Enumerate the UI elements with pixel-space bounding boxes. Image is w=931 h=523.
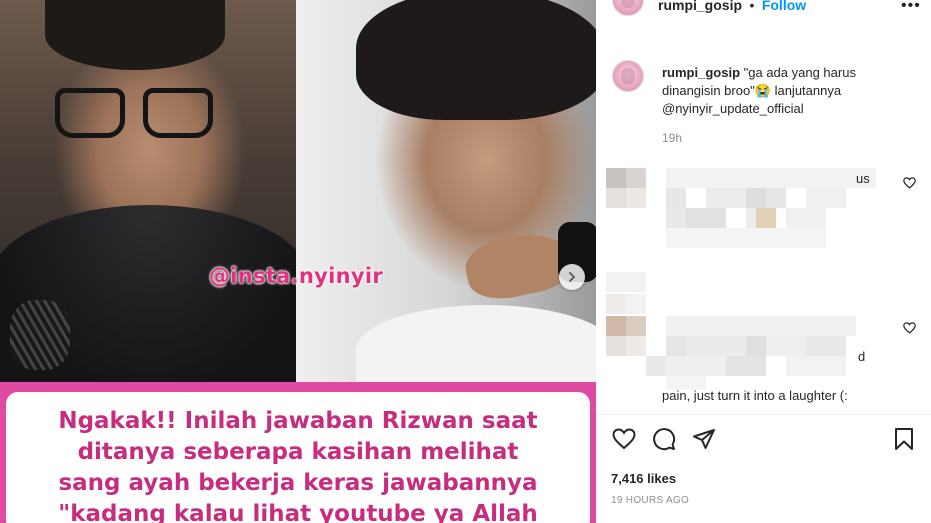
hair-shape (45, 0, 225, 70)
caption-line: ditanya seberapa kasihan melihat (77, 439, 519, 465)
separator-dot: • (749, 0, 755, 13)
caption-username[interactable]: rumpi_gosip (662, 65, 740, 80)
caption-line: "kadang kalau lihat youtube ya Allah (58, 501, 538, 523)
photo-left-man (0, 0, 310, 395)
follow-button[interactable]: Follow (762, 0, 806, 13)
comment-text: pain, just turn it into a laughter (: (662, 388, 848, 403)
avatar[interactable] (612, 0, 644, 16)
caption-line: Ngakak!! Inilah jawaban Rizwan saat (58, 408, 538, 434)
post-sidebar: rumpi_gosip • Follow ••• rumpi_gosip "ga… (596, 0, 931, 523)
heart-icon[interactable] (612, 428, 636, 450)
chevron-right-icon (569, 272, 575, 282)
post-media[interactable]: @insta.nyinyir Ngakak!! Inilah jawaban R… (0, 0, 596, 523)
avatar[interactable] (612, 60, 644, 92)
caption-time: 19h (662, 131, 683, 145)
bookmark-icon[interactable] (894, 427, 914, 451)
post-header: rumpi_gosip • Follow ••• (596, 0, 931, 16)
watermark-text: @insta.nyinyir (209, 264, 384, 288)
hoodie-print (10, 300, 70, 370)
likes-count[interactable]: 7,416 likes (611, 471, 676, 486)
comment-text: d (858, 349, 866, 364)
header-username[interactable]: rumpi_gosip (658, 0, 742, 13)
caption-line: sang ayah bekerja keras jawabannya (58, 470, 538, 496)
caption-banner-inner: Ngakak!! Inilah jawaban Rizwan saat dita… (6, 392, 590, 523)
divider (596, 414, 931, 415)
next-slide-button[interactable] (559, 264, 585, 290)
more-icon[interactable]: ••• (901, 0, 921, 15)
comment-text: us (856, 171, 870, 186)
comment-1 (606, 168, 886, 248)
post-date: 19 HOURS AGO (611, 495, 690, 506)
comment-2 (606, 272, 886, 400)
heart-icon[interactable] (903, 177, 916, 189)
share-icon[interactable] (692, 427, 716, 451)
heart-icon[interactable] (903, 322, 916, 334)
comment-icon[interactable] (652, 427, 676, 451)
post-caption: rumpi_gosip "ga ada yang harus dinangisi… (662, 64, 902, 118)
glasses-shape (55, 88, 215, 143)
caption-banner: Ngakak!! Inilah jawaban Rizwan saat dita… (0, 382, 596, 523)
photo-right-boy (296, 0, 596, 395)
hair-shape (356, 0, 596, 120)
